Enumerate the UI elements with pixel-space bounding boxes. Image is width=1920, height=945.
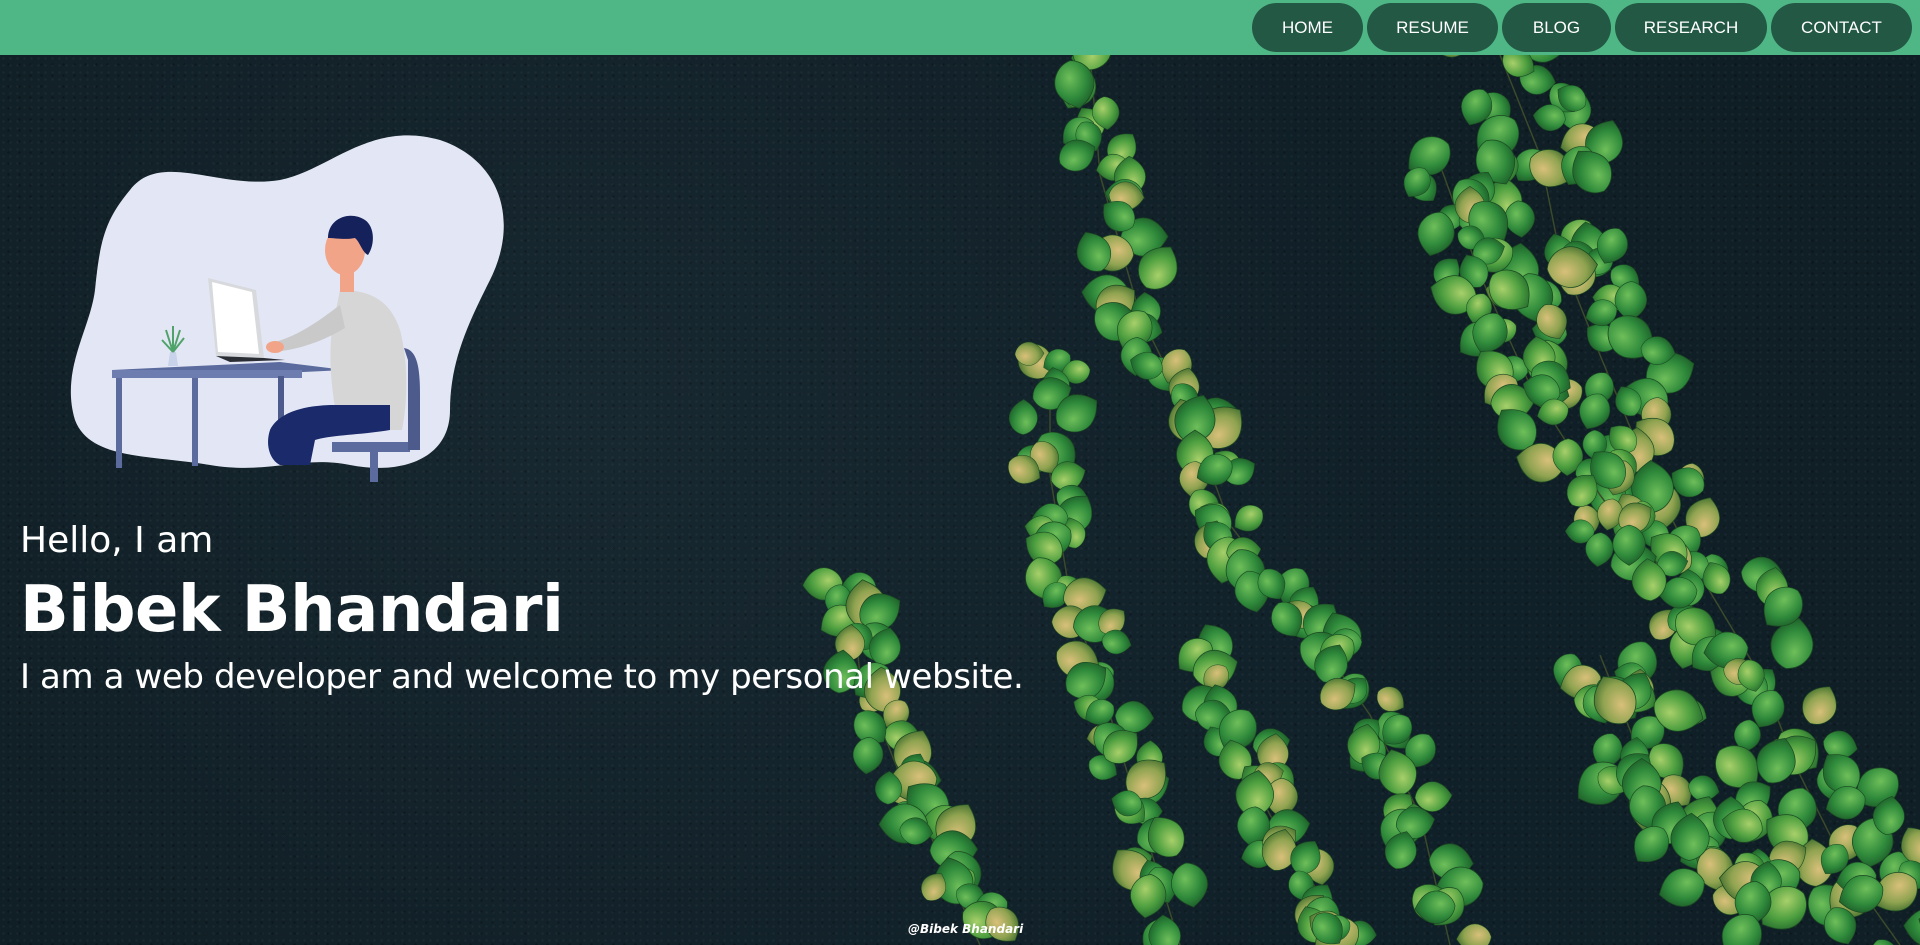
person-at-desk-illustration (70, 135, 504, 482)
main-nav: HOME RESUME BLOG RESEARCH CONTACT (1252, 3, 1912, 52)
nav-home-button[interactable]: HOME (1252, 3, 1363, 52)
hero-greeting: Hello, I am (20, 520, 214, 561)
nav-research-button[interactable]: RESEARCH (1615, 3, 1767, 52)
hero-name: Bibek Bhandari (20, 573, 564, 647)
footer-credit: @Bibek Bhandari (908, 922, 1024, 936)
nav-blog-button[interactable]: BLOG (1502, 3, 1611, 52)
top-navbar: HOME RESUME BLOG RESEARCH CONTACT (0, 0, 1920, 55)
nav-contact-button[interactable]: CONTACT (1771, 3, 1912, 52)
page: Hello, I am Bibek Bhandari I am a web de… (0, 0, 1920, 945)
nav-resume-button[interactable]: RESUME (1367, 3, 1498, 52)
hero-section: Hello, I am Bibek Bhandari I am a web de… (0, 55, 1920, 945)
hero-tagline: I am a web developer and welcome to my p… (20, 657, 1024, 697)
